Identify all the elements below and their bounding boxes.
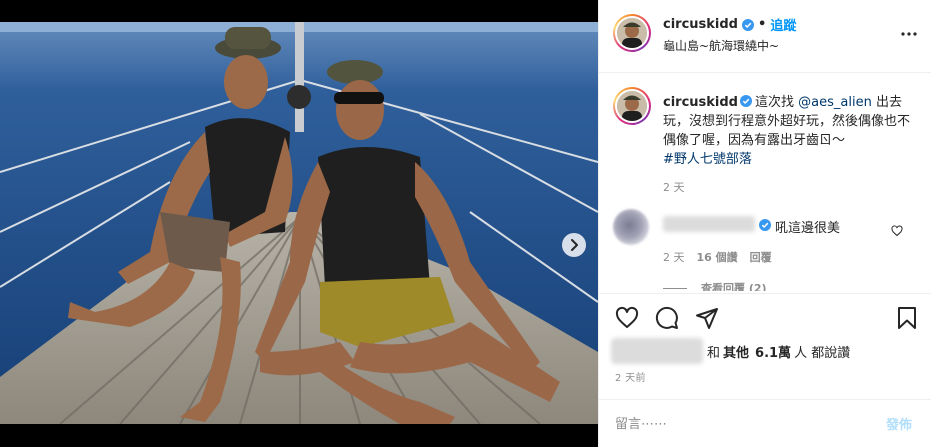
caption-avatar[interactable] bbox=[613, 87, 651, 125]
post-media bbox=[0, 0, 598, 447]
chevron-right-icon bbox=[571, 239, 578, 251]
more-options-icon bbox=[901, 32, 917, 36]
post-details-panel: circuskidd • 追蹤 龜山島~航海環繞中~ circuskidd 這次… bbox=[598, 0, 931, 447]
next-photo-button[interactable] bbox=[562, 233, 586, 257]
comment-likes[interactable]: 16 個讚 bbox=[697, 249, 738, 265]
caption-hashtag[interactable]: #野人七號部落 bbox=[663, 152, 752, 167]
post-timestamp[interactable]: 2 天前 bbox=[615, 369, 646, 384]
share-icon[interactable] bbox=[695, 306, 719, 330]
likes-summary: 和 其他 6.1萬 人 都說讚 bbox=[611, 338, 850, 364]
comment-icon[interactable] bbox=[655, 306, 679, 330]
likes-suffix: 人 都說讚 bbox=[794, 345, 851, 361]
view-replies-button[interactable]: 查看回覆 (2) bbox=[663, 280, 767, 291]
verified-icon bbox=[759, 219, 771, 231]
likers-redacted[interactable] bbox=[611, 338, 703, 364]
post-header: circuskidd • 追蹤 龜山島~航海環繞中~ bbox=[599, 0, 931, 73]
comment-meta: 2 天 16 個讚 回覆 bbox=[663, 249, 772, 265]
likes-connector: 和 bbox=[707, 345, 721, 361]
add-comment-bar: 發佈 bbox=[599, 399, 931, 447]
caption-timestamp[interactable]: 2 天 bbox=[663, 179, 685, 195]
heart-icon[interactable] bbox=[615, 306, 639, 330]
view-replies-label: 查看回覆 (2) bbox=[701, 282, 767, 291]
caption: circuskidd 這次找 @aes_alien 出去玩，沒想到行程意外超好玩，… bbox=[663, 93, 921, 169]
comment-input[interactable] bbox=[615, 412, 855, 436]
photo-illustration bbox=[0, 22, 598, 424]
caption-text: 這次找 bbox=[755, 95, 799, 110]
comment-heart-icon[interactable] bbox=[891, 225, 903, 237]
avatar[interactable] bbox=[613, 14, 651, 52]
replies-divider bbox=[663, 287, 687, 289]
separator-dot: • bbox=[758, 17, 767, 32]
commenter-avatar[interactable] bbox=[613, 209, 649, 245]
comments-section: circuskidd 這次找 @aes_alien 出去玩，沒想到行程意外超好玩，… bbox=[599, 73, 931, 291]
caption-username[interactable]: circuskidd bbox=[663, 95, 738, 110]
likes-others-label[interactable]: 其他 bbox=[723, 342, 749, 361]
avatar-image bbox=[617, 91, 647, 121]
verified-icon bbox=[742, 18, 754, 31]
post-comment-button[interactable]: 發佈 bbox=[886, 414, 912, 433]
likes-count[interactable]: 6.1萬 bbox=[755, 342, 791, 361]
commenter-username-redacted[interactable] bbox=[663, 216, 755, 232]
reply-button[interactable]: 回覆 bbox=[750, 249, 772, 265]
caption-mention[interactable]: @aes_alien bbox=[798, 95, 872, 110]
post-photo[interactable] bbox=[0, 22, 598, 424]
more-options-button[interactable] bbox=[899, 24, 919, 44]
location-link[interactable]: 龜山島~航海環繞中~ bbox=[663, 37, 779, 54]
post-actions bbox=[599, 293, 931, 341]
comment-timestamp[interactable]: 2 天 bbox=[663, 249, 685, 265]
follow-button[interactable]: 追蹤 bbox=[770, 15, 796, 34]
comment-text: 吼這邊很美 bbox=[775, 221, 841, 236]
bookmark-icon[interactable] bbox=[895, 306, 919, 330]
header-username[interactable]: circuskidd bbox=[663, 17, 738, 32]
avatar-image bbox=[617, 18, 647, 48]
verified-icon bbox=[740, 95, 752, 107]
